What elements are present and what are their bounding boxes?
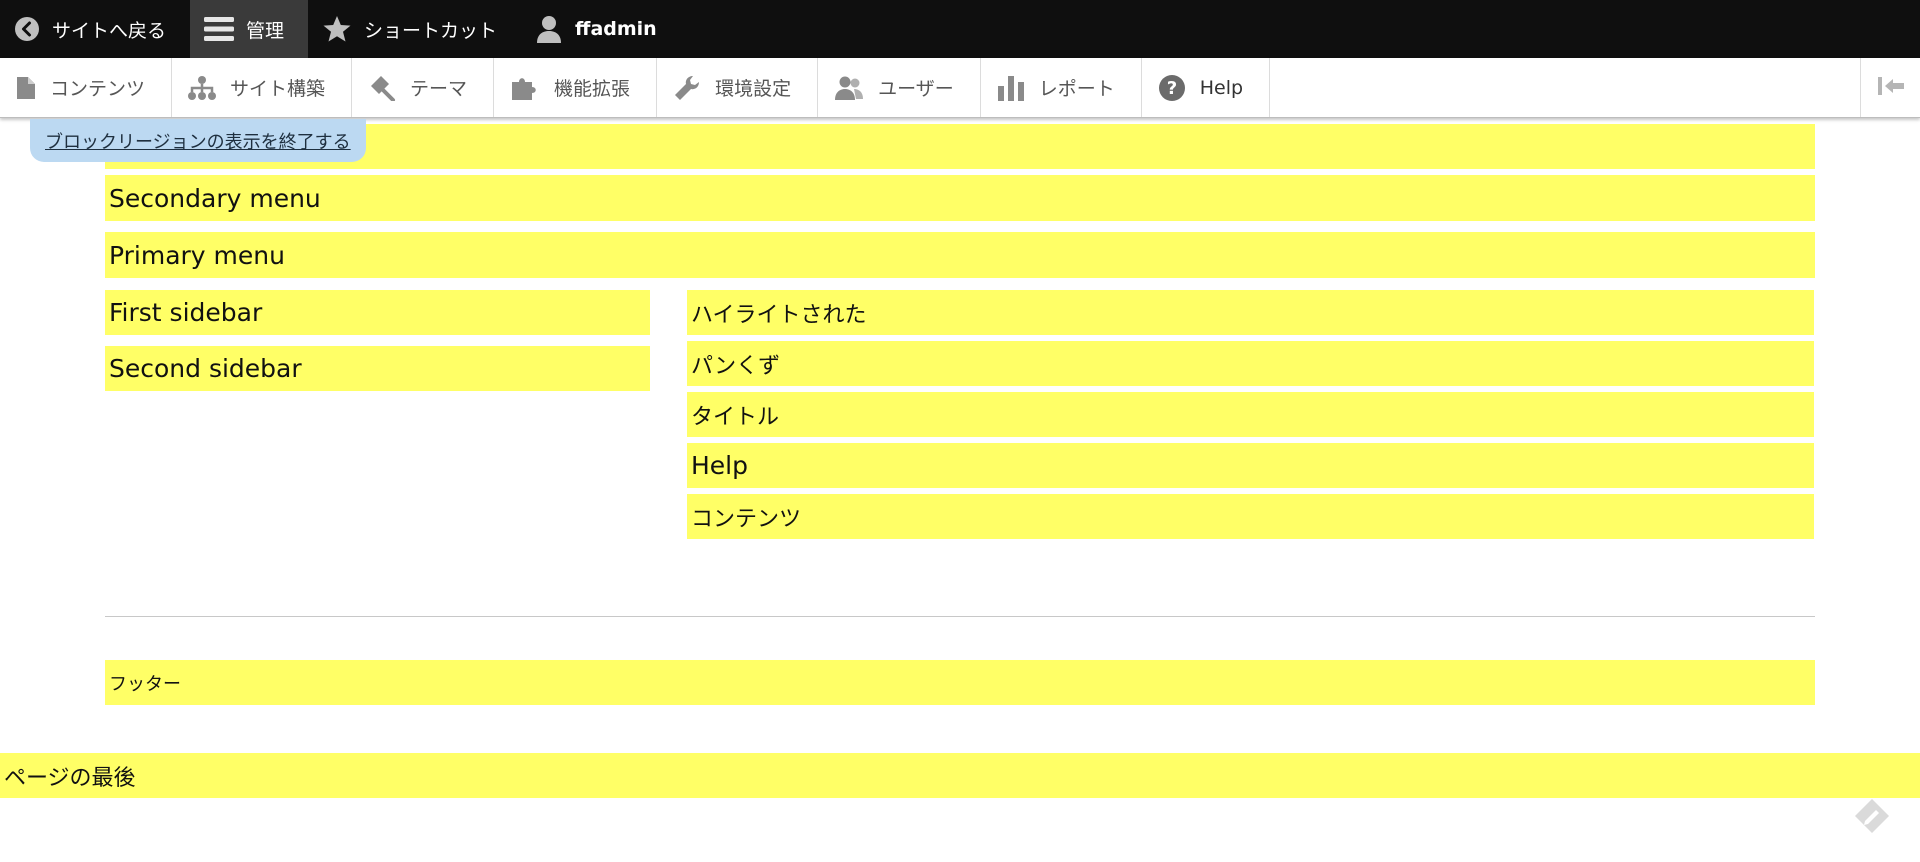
tray-item-reports[interactable]: レポート [981,58,1142,117]
exit-block-regions-link[interactable]: ブロックリージョンの表示を終了する [30,119,366,162]
tray-item-extend[interactable]: 機能拡張 [494,58,658,117]
tray-item-appearance[interactable]: テーマ [352,58,495,117]
svg-text:?: ? [1166,78,1176,99]
shortcuts-label: ショートカット [364,19,498,42]
tray-item-people[interactable]: ユーザー [818,58,981,117]
back-to-site-link[interactable]: サイトへ戻る [0,0,190,58]
tray-item-label: ユーザー [878,78,954,100]
region-second-sidebar: Second sidebar [105,346,650,391]
user-name: ffadmin [575,18,657,40]
region-footer: フッター [105,660,1815,705]
puzzle-icon [510,75,540,101]
question-icon: ? [1158,74,1186,102]
tray-item-label: Help [1199,76,1244,99]
region-title: タイトル [687,392,1814,437]
tray-item-structure[interactable]: サイト構築 [172,58,353,117]
quick-edit-pencil-icon[interactable] [1852,796,1892,836]
sitemap-icon [188,75,217,101]
tray-item-label: コンテンツ [50,78,146,100]
user-icon [535,14,563,44]
tray-orientation-toggle[interactable] [1860,58,1920,117]
back-to-site-label: サイトへ戻る [52,19,167,42]
region-breadcrumb: パンくず [687,341,1814,386]
manage-tab[interactable]: 管理 [190,0,309,58]
admin-tray: コンテンツ サイト構築 テーマ 機能拡張 環境設定 ユーザー レポート ? He… [0,58,1920,118]
region-page-bottom: ページの最後 [0,753,1920,798]
region-primary-menu: Primary menu [105,232,1815,278]
tray-item-content[interactable]: コンテンツ [0,58,173,117]
shortcuts-tab[interactable]: ショートカット [308,0,521,58]
collapse-left-icon [1877,75,1905,101]
tray-item-label: 機能拡張 [554,78,631,100]
footer-divider [105,616,1815,617]
tray-item-label: レポート [1038,78,1115,100]
region-highlighted: ハイライトされた [687,290,1814,335]
tray-item-configuration[interactable]: 環境設定 [657,58,819,117]
bar-chart-icon [997,74,1025,102]
region-help: Help [687,443,1814,488]
tray-item-label: サイト構築 [230,78,326,100]
wrench-icon [673,74,701,102]
file-icon [16,76,36,100]
admin-toolbar: サイトへ戻る 管理 ショートカット ffadmin [0,0,1920,58]
hamburger-icon [204,15,235,43]
paintbrush-icon [368,75,396,101]
tray-item-help[interactable]: ? Help [1142,58,1271,117]
users-icon [834,75,864,101]
tray-item-label: テーマ [410,78,468,100]
user-tab[interactable]: ffadmin [521,0,681,58]
region-content: コンテンツ [687,494,1814,539]
manage-label: 管理 [246,19,285,42]
tray-item-label: 環境設定 [715,78,792,100]
region-first-sidebar: First sidebar [105,290,650,335]
chevron-left-circle-icon [14,16,40,42]
region-secondary-menu: Secondary menu [105,175,1815,221]
star-icon [322,15,352,43]
